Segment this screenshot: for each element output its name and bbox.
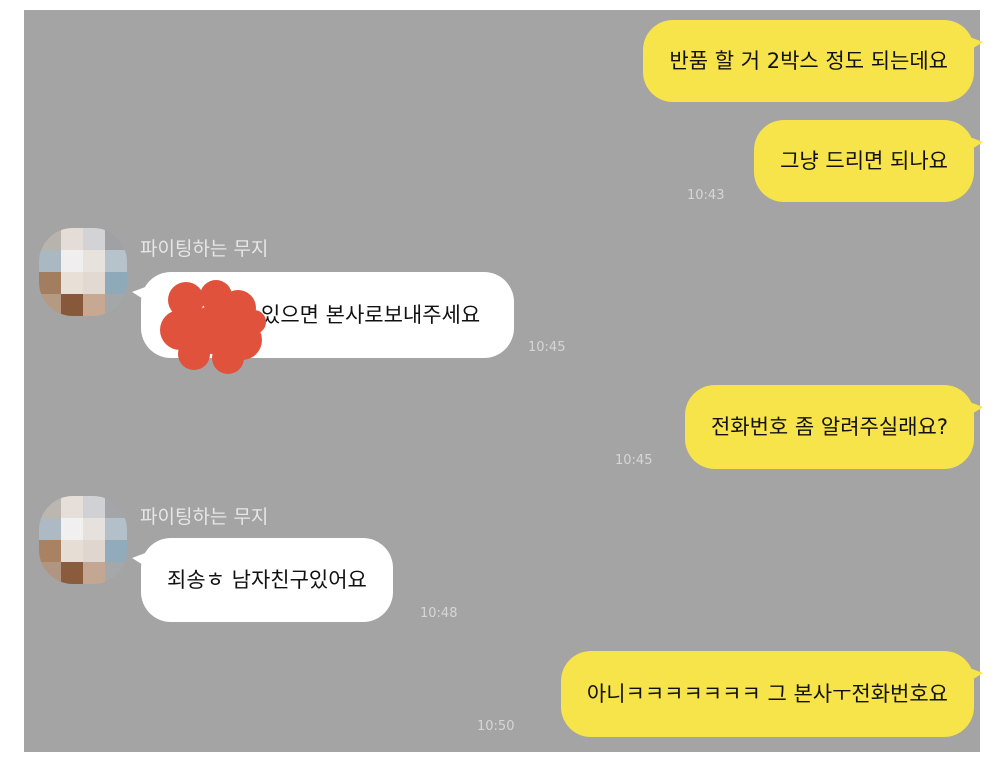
their-message-bubble: 죄송ㅎ 남자친구있어요 (132, 538, 393, 622)
sender-name: 파이팅하는 무지 (140, 238, 269, 260)
message-timestamp: 10:50 (477, 719, 515, 734)
message-text: 전화번호 좀 알려주실래요? (710, 414, 948, 439)
sender-name: 파이팅하는 무지 (140, 506, 269, 528)
message-text: 그냥 드리면 되나요 (780, 148, 948, 173)
my-message-bubble: 전화번호 좀 알려주실래요? (684, 385, 984, 469)
my-message-bubble: 아니ㅋㅋㅋㅋㅋㅋㅋ 그 본사ㅜ전화번호요 (560, 651, 984, 737)
pixelated-avatar-icon[interactable] (39, 496, 127, 584)
message-text: 있으면 본사로보내주세요 (261, 302, 481, 327)
message-timestamp: 10:43 (687, 188, 725, 203)
chat-area[interactable]: 반품 할 거 2박스 정도 되는데요 그냥 드리면 되나요 10:43 파이팅하… (24, 10, 984, 752)
my-message-bubble: 그냥 드리면 되나요 (754, 120, 983, 202)
pixelated-avatar-icon[interactable] (39, 228, 127, 316)
message-text: 죄송ㅎ 남자친구있어요 (167, 567, 367, 592)
my-message-bubble: 반품 할 거 2박스 정도 되는데요 (643, 20, 983, 102)
message-timestamp: 10:45 (615, 453, 653, 468)
red-redaction-scribble (160, 280, 266, 374)
message-text: 아니ㅋㅋㅋㅋㅋㅋㅋ 그 본사ㅜ전화번호요 (586, 681, 948, 706)
message-timestamp: 10:48 (420, 606, 458, 621)
message-text: 반품 할 거 2박스 정도 되는데요 (669, 48, 948, 73)
message-timestamp: 10:45 (528, 340, 566, 355)
